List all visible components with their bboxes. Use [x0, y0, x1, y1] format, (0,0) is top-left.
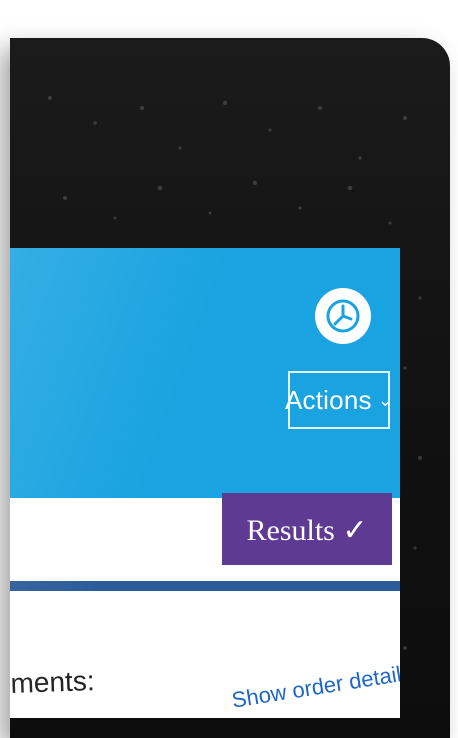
section-divider: [10, 581, 400, 591]
clock-icon: [326, 299, 360, 333]
tablet-device-frame: Actions ⌄ Results ✓ ments: Show order de…: [10, 38, 450, 738]
app-screen: Actions ⌄ Results ✓ ments: Show order de…: [10, 248, 400, 718]
clock-button[interactable]: [315, 288, 371, 344]
results-label: Results ✓: [246, 513, 368, 547]
chevron-down-icon: ⌄: [377, 390, 393, 410]
actions-dropdown-button[interactable]: Actions ⌄: [285, 371, 393, 429]
results-button[interactable]: Results ✓: [222, 493, 392, 565]
show-order-details-link[interactable]: Show order details: [230, 659, 400, 713]
comments-label: ments:: [10, 665, 96, 699]
actions-label: Actions: [285, 384, 372, 415]
